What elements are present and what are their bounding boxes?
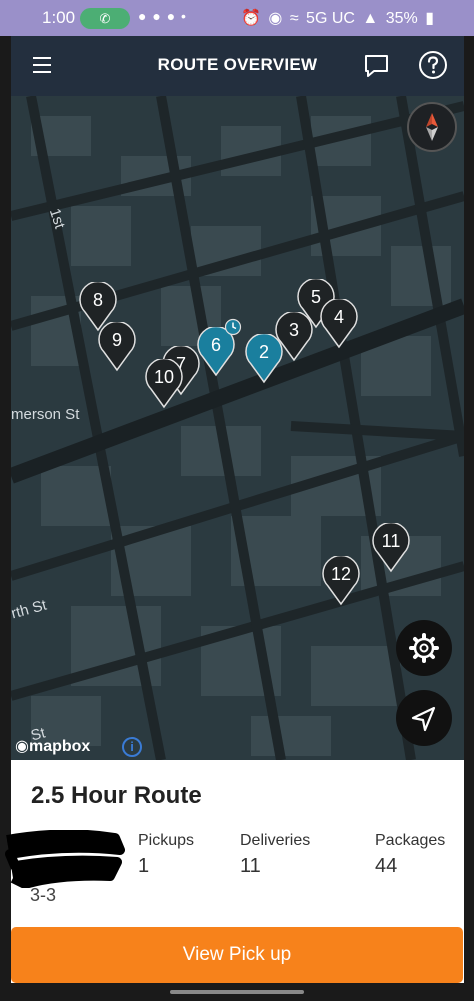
system-nav-bar: [0, 983, 474, 1001]
mapbox-attribution: mapbox: [28, 738, 91, 755]
compass-icon: [426, 113, 438, 141]
ongoing-call-icon[interactable]: ✆: [80, 8, 130, 29]
status-time: 1:00: [42, 8, 76, 27]
packages-value: 44: [375, 855, 398, 877]
network-type: 5G UC: [306, 10, 355, 27]
status-right: ⏰ ◉ ≈ 5G UC ▲ 35% ▮: [238, 8, 434, 28]
app-screen: 1:00 ✆ ● ● ● • ⏰ ◉ ≈ 5G UC ▲ 35% ▮ ROUTE…: [0, 0, 474, 1001]
pickups-label: Pickups: [138, 832, 195, 849]
mapbox-logo: ◉mapbox: [15, 738, 91, 755]
stop-pin-11[interactable]: 11: [371, 523, 411, 573]
pin-label: 9: [111, 330, 122, 350]
alarm-icon: ⏰: [241, 10, 261, 27]
pin-label: 12: [330, 564, 352, 584]
deliveries-label: Deliveries: [240, 832, 311, 849]
chat-button[interactable]: [361, 50, 393, 82]
map-settings-button[interactable]: [396, 620, 452, 676]
recenter-location-button[interactable]: [396, 690, 452, 746]
pin-label: 4: [333, 307, 344, 327]
chat-icon: [365, 55, 388, 77]
help-button[interactable]: [417, 49, 449, 81]
pin-label: 11: [381, 531, 401, 551]
pin-label: 10: [153, 367, 175, 387]
gear-icon: [409, 633, 439, 663]
stop-pin-4[interactable]: 4: [319, 299, 359, 349]
packages-label: Packages: [375, 832, 446, 849]
page-title: ROUTE OVERVIEW: [157, 55, 318, 74]
time-window-icon: [224, 318, 242, 336]
route-map[interactable]: 1st merson St rth St St 8 9 7 10 6 2 3 5…: [11, 96, 464, 760]
street-label-emerson: merson St: [11, 406, 80, 423]
app-header: ROUTE OVERVIEW: [11, 36, 464, 96]
route-code: 3-3: [30, 885, 57, 905]
compass-button[interactable]: [407, 102, 457, 152]
stop-pin-9[interactable]: 9: [97, 322, 137, 372]
pin-label: 8: [92, 290, 103, 310]
navigation-arrow-icon: [411, 706, 436, 732]
stop-pin-12[interactable]: 12: [321, 556, 361, 606]
help-icon: [419, 51, 447, 79]
deliveries-value: 11: [240, 855, 261, 877]
pin-label: 6: [210, 335, 221, 355]
home-indicator[interactable]: [170, 990, 304, 994]
battery-level: 35%: [385, 10, 418, 27]
stop-pin-10[interactable]: 10: [144, 359, 184, 409]
view-pickup-button[interactable]: View Pick up: [11, 927, 463, 983]
battery-icon: ▮: [425, 10, 434, 27]
location-icon: ◉: [268, 10, 283, 27]
map-info-icon[interactable]: i: [122, 737, 142, 757]
redacted-scribble: [5, 830, 125, 888]
wifi-icon: ≈: [289, 10, 299, 27]
device-frame-right: [464, 36, 474, 1001]
notification-icons: ● ● ● •: [138, 8, 187, 24]
pickups-value: 1: [138, 855, 150, 877]
route-title: 2.5 Hour Route: [31, 782, 202, 809]
status-bar: 1:00 ✆ ● ● ● • ⏰ ◉ ≈ 5G UC ▲ 35% ▮: [0, 0, 474, 36]
signal-icon: ▲: [362, 10, 379, 27]
